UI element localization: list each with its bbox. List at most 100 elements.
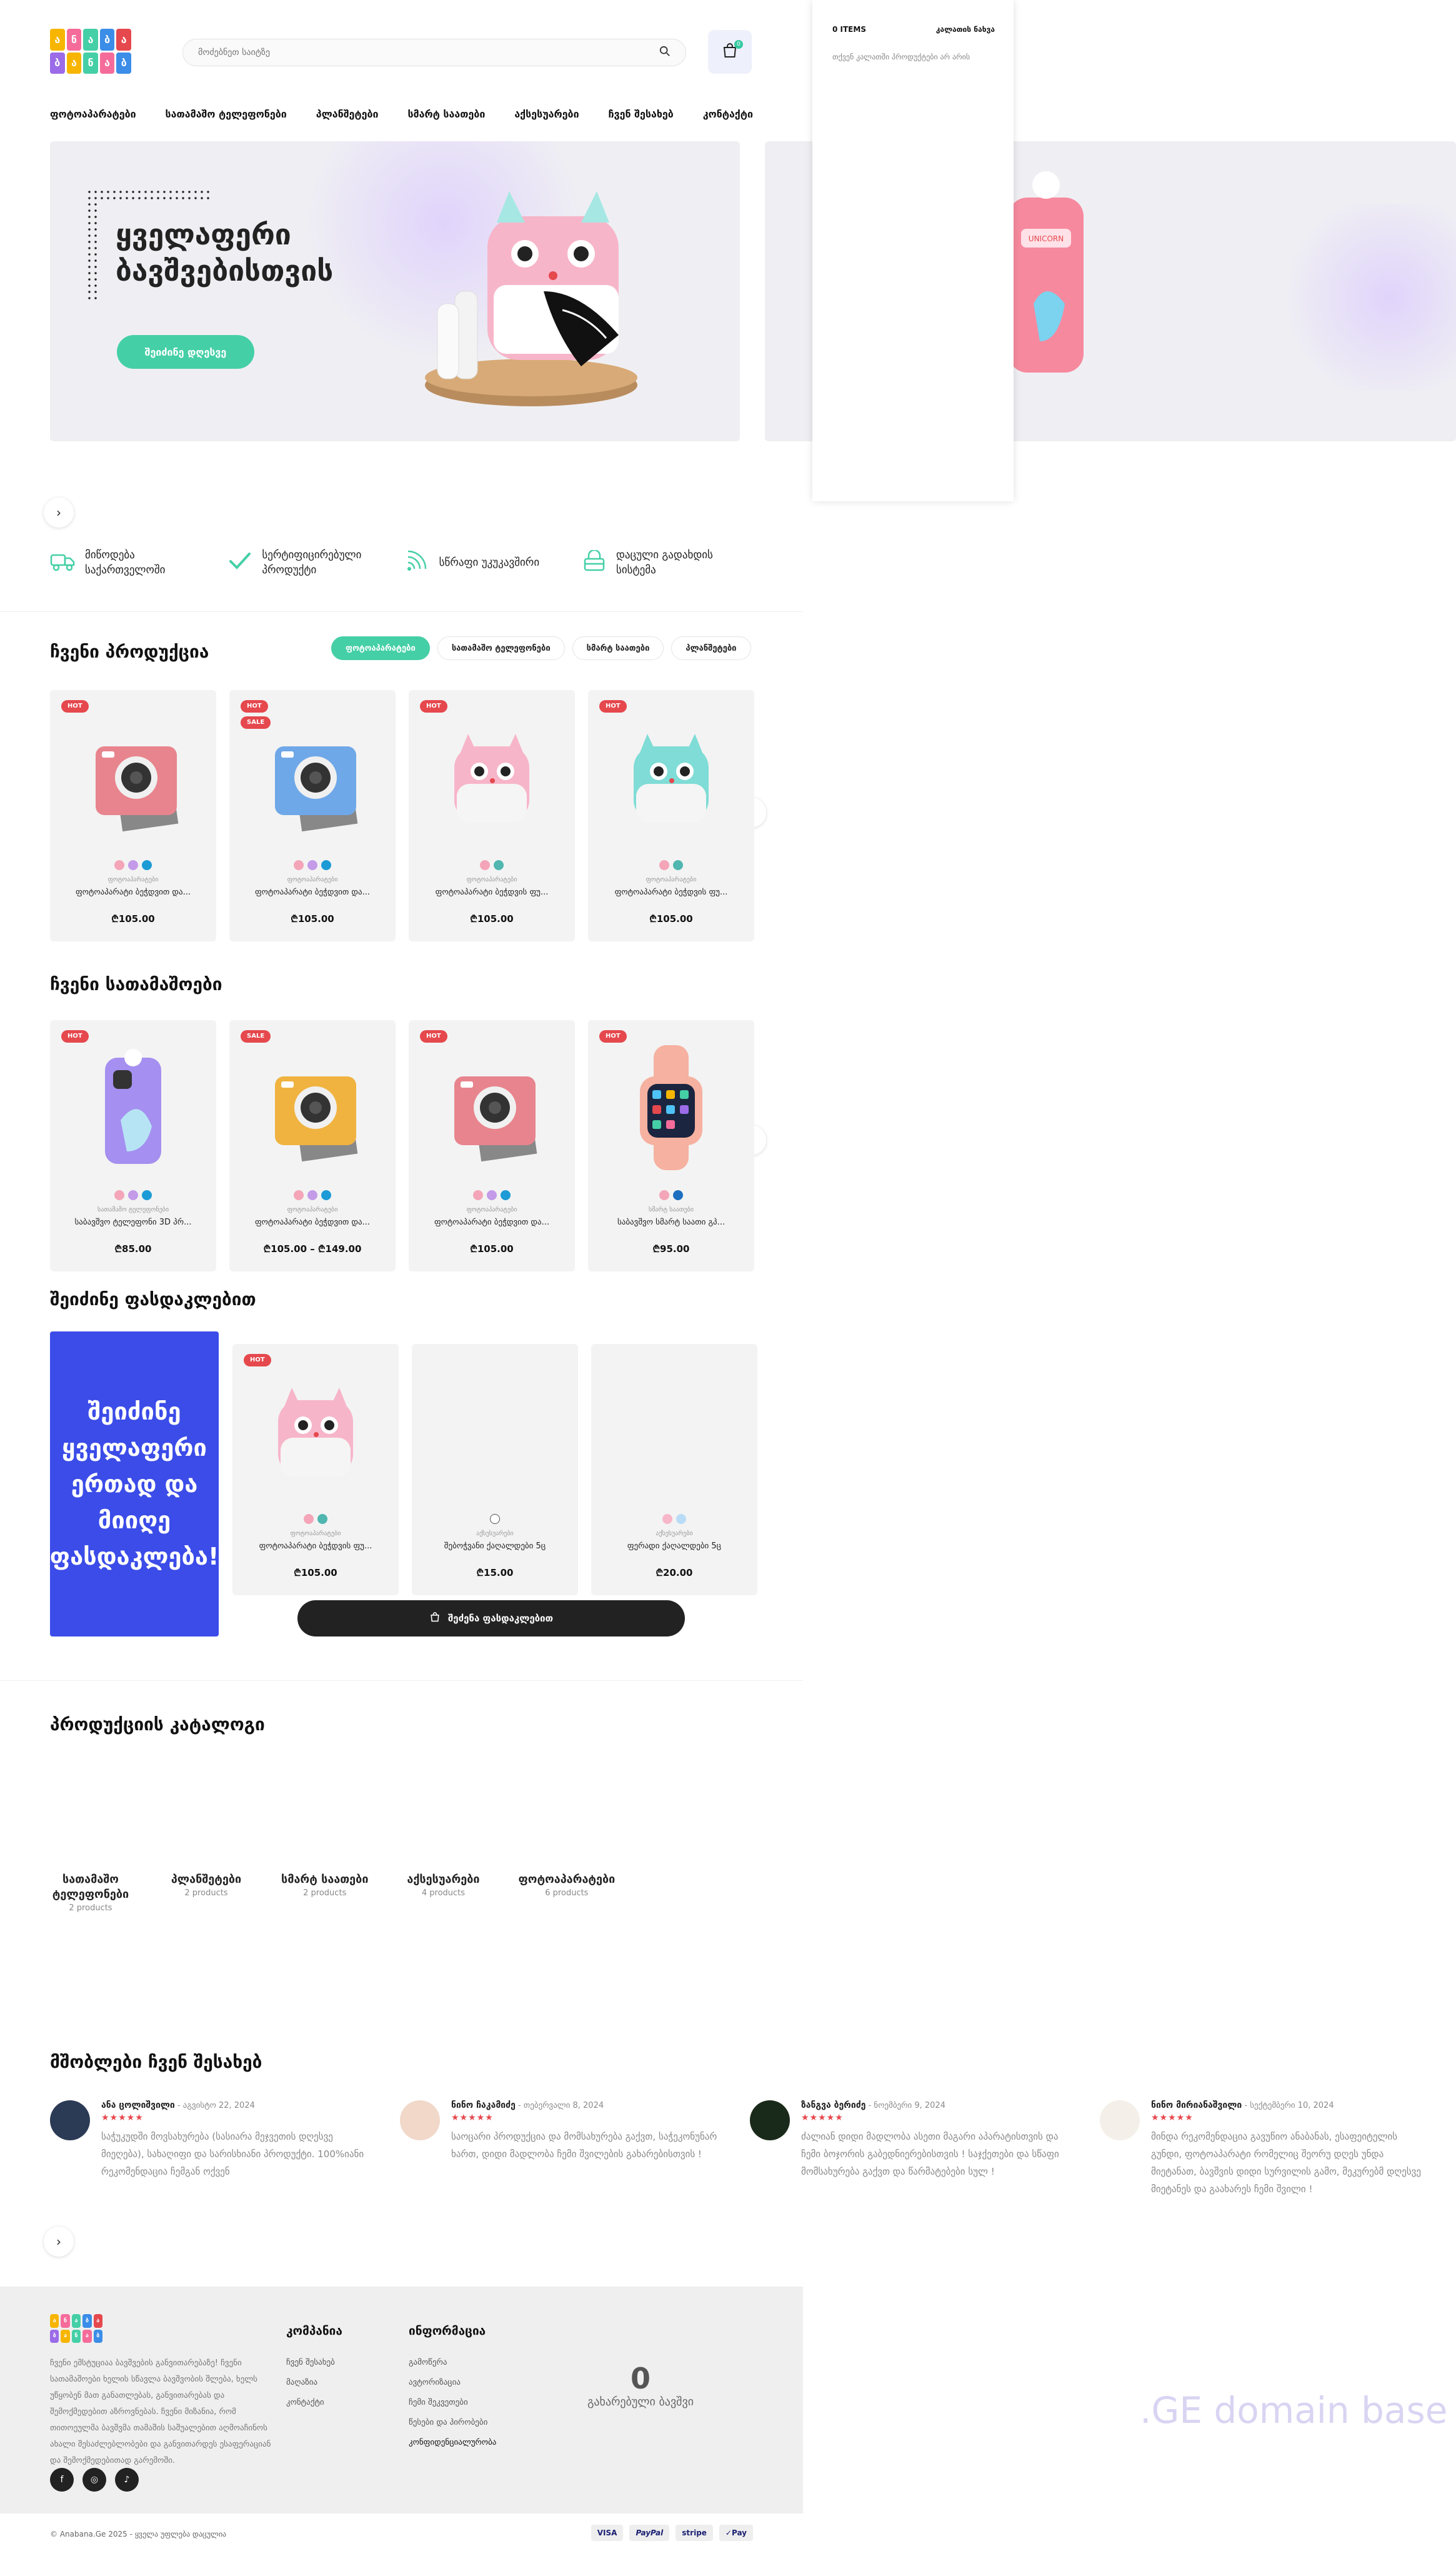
product-name[interactable]: ფოტოაპარატი ბეჭდვით და... [50,888,216,897]
footer-link-contact[interactable]: კონტაქტი [286,2393,342,2413]
color-swatch[interactable] [128,1190,138,1200]
product-card[interactable]: აქსესუარები ფერადი ქაღალდები 5ც ₾20.00 [591,1344,757,1595]
color-swatch[interactable] [321,860,331,870]
product-card[interactable]: SALE ფოტოაპარატები ფოტოაპარატი ბეჭდვით და.… [229,1020,396,1271]
product-card[interactable]: HOT SALE ფოტოაპარატები ფოტოაპარატი ბეჭდვით … [229,690,396,941]
color-swatch[interactable] [659,860,669,870]
nav-item-toy-phones[interactable]: სათამაშო ტელეფონები [166,108,287,120]
facebook-icon[interactable]: f [50,2468,74,2492]
footer-link-terms[interactable]: წესები და პირობები [409,2413,496,2433]
tab-smart-watches[interactable]: სმარტ საათები [572,636,664,660]
logo-letter: ნ [66,29,82,51]
product-image[interactable] [436,1045,548,1170]
footer-link-shop[interactable]: მაღაზია [286,2373,342,2393]
color-swatch[interactable] [307,1190,317,1200]
color-swatch[interactable] [676,1514,686,1524]
color-swatch[interactable] [321,1190,331,1200]
color-swatch[interactable] [487,1190,497,1200]
logo-letter: ა [66,52,82,74]
nav-item-tablets[interactable]: პლანშეტები [316,108,379,120]
site-logo[interactable]: ანაბაბანაბ [50,29,131,74]
catalog-item-toy-phones[interactable]: სათამაშო ტელეფონები 2 products [50,1872,131,1913]
product-name[interactable]: ფერადი ქაღალდები 5ც [591,1541,757,1551]
product-image[interactable] [77,715,189,840]
product-card[interactable]: HOT ფოტოაპარატები ფოტოაპარატი ბეჭდვით და..… [409,1020,575,1271]
product-image[interactable] [259,1369,372,1494]
color-swatch[interactable] [501,1190,511,1200]
logo-letter: ბ [50,52,65,74]
footer-link-login[interactable]: ავტორიზაცია [409,2373,496,2393]
color-swatch[interactable] [473,1190,483,1200]
color-swatch[interactable] [673,1190,683,1200]
product-card[interactable]: HOT ფოტოაპარატები ფოტოაპარატი ბეჭდვის ფუ..… [588,690,754,941]
product-name[interactable]: ფოტოაპარატი ბეჭდვის ფუ... [409,888,575,897]
product-card[interactable]: HOT სათამაშო ტელეფონები საბავშვო ტელეფონი … [50,1020,216,1271]
tiktok-icon[interactable]: ♪ [115,2468,139,2492]
nav-item-smart-watches[interactable]: სმარტ საათები [407,108,485,120]
catalog-item-accessories[interactable]: აქსესუარები 4 products [402,1872,484,1913]
color-swatch[interactable] [294,860,304,870]
product-image[interactable] [436,715,548,840]
product-card[interactable]: HOT ფოტოაპარატები ფოტოაპარატი ბეჭდვით და..… [50,690,216,941]
footer-link-about[interactable]: ჩვენ შესახებ [286,2353,342,2373]
nav-item-about[interactable]: ჩვენ შესახებ [609,108,674,120]
product-name[interactable]: შებოჭვანი ქაღალდები 5ც [412,1541,578,1551]
tab-tablets[interactable]: პლანშეტები [671,636,751,660]
product-image[interactable] [256,715,369,840]
product-name[interactable]: ფოტოაპარატი ბეჭდვის ფუ... [232,1541,399,1551]
nav-item-accessories[interactable]: აქსესუარები [514,108,579,120]
product-name[interactable]: საბავშვო ტელეფონი 3D პრ... [50,1218,216,1227]
color-swatch[interactable] [659,1190,669,1200]
view-cart-link[interactable]: კალათის ნახვა [936,25,995,34]
color-swatch[interactable] [317,1514,327,1524]
color-swatch[interactable] [114,860,124,870]
footer-logo[interactable]: ანაბაბანაბ [50,2314,102,2343]
search-icon[interactable] [659,46,671,59]
reviews-next-arrow[interactable]: › [44,2227,74,2257]
color-swatch[interactable] [673,860,683,870]
color-swatch[interactable] [128,860,138,870]
color-swatch[interactable] [490,1514,500,1524]
color-swatch[interactable] [142,860,152,870]
nav-item-contact[interactable]: კონტაქტი [703,108,753,120]
footer-link-privacy[interactable]: კონფიდენციალურობა [409,2433,496,2453]
product-name[interactable]: ფოტოაპარატი ბეჭდვით და... [409,1218,575,1227]
product-name[interactable]: ფოტოაპარატი ბეჭდვით და... [229,888,396,897]
catalog-item-cameras[interactable]: ფოტოაპარატები 6 products [518,1872,615,1913]
instagram-icon[interactable]: ◎ [82,2468,106,2492]
product-image[interactable] [615,1045,727,1170]
color-swatch[interactable] [294,1190,304,1200]
color-swatch[interactable] [307,860,317,870]
color-swatch[interactable] [480,860,490,870]
color-swatch[interactable] [494,860,504,870]
search-input[interactable] [198,48,636,58]
product-name[interactable]: საბავშვო სმარტ საათი გპ... [588,1218,754,1227]
product-card[interactable]: HOT სმარტ საათები საბავშვო სმარტ საათი გპ.… [588,1020,754,1271]
feature-fast-feedback: სწრაფი უკუკავშირი [404,548,567,578]
product-image[interactable] [256,1045,369,1170]
nav-item-cameras[interactable]: ფოტოაპარატები [50,108,136,120]
tab-cameras[interactable]: ფოტოაპარატები [331,636,430,660]
cart-button[interactable]: 0 [708,30,752,74]
product-card[interactable]: აქსესუარები შებოჭვანი ქაღალდები 5ც ₾15.00 [412,1344,578,1595]
shop-now-button[interactable]: შეიძინე დღესვე [117,335,254,369]
toys-section-title: ჩვენი სათამაშოები [50,974,222,995]
catalog-item-tablets[interactable]: პლანშეტები 2 products [166,1872,247,1913]
product-card[interactable]: HOT ფოტოაპარატები ფოტოაპარატი ბეჭდვის ფუ..… [232,1344,399,1595]
product-image[interactable] [77,1045,189,1170]
color-swatch[interactable] [304,1514,314,1524]
search-bar[interactable] [182,39,686,66]
catalog-item-smart-watches[interactable]: სმარტ საათები 2 products [281,1872,368,1913]
hero-next-arrow[interactable]: › [44,498,74,528]
product-name[interactable]: ფოტოაპარატი ბეჭდვით და... [229,1218,396,1227]
color-swatch[interactable] [142,1190,152,1200]
buy-bundle-button[interactable]: შეძენა ფასდაკლებით [297,1600,685,1636]
color-swatch[interactable] [662,1514,672,1524]
product-image[interactable] [615,715,727,840]
footer-link-subscribe[interactable]: გამოწერა [409,2353,496,2373]
product-name[interactable]: ფოტოაპარატი ბეჭდვის ფუ... [588,888,754,897]
color-swatch[interactable] [114,1190,124,1200]
tab-toy-phones[interactable]: სათამაშო ტელეფონები [437,636,565,660]
footer-link-orders[interactable]: ჩემი შეკვეთები [409,2393,496,2413]
product-card[interactable]: HOT ფოტოაპარატები ფოტოაპარატი ბეჭდვის ფუ..… [409,690,575,941]
